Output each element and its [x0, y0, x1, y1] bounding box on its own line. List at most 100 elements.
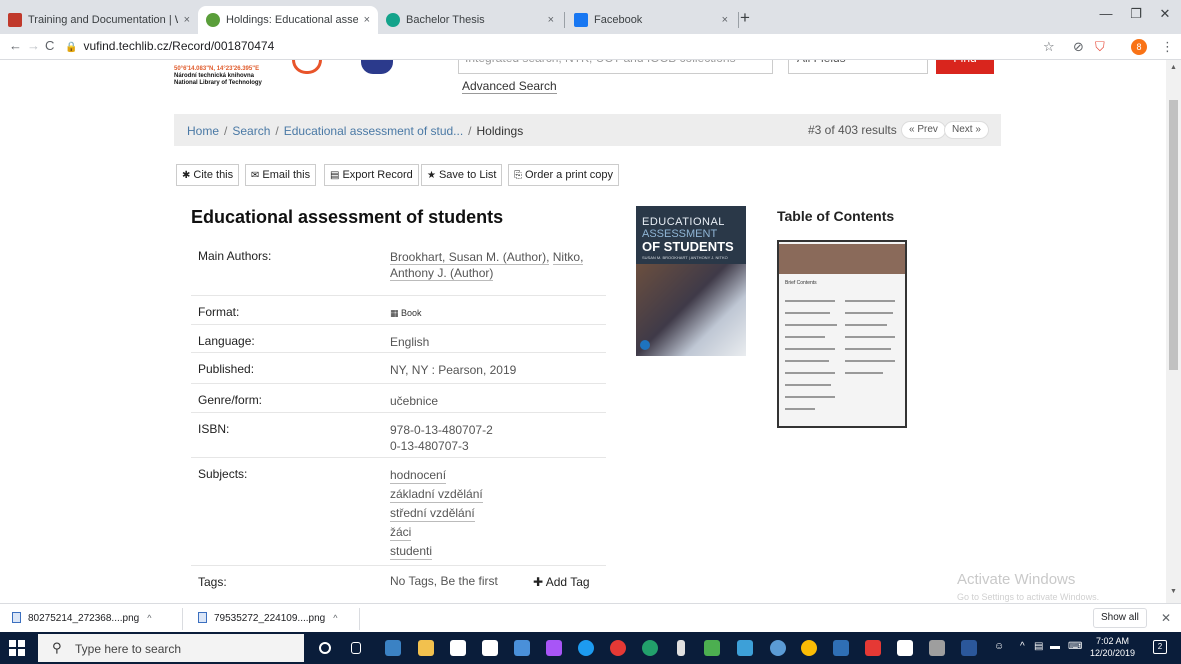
email-this-button[interactable]: ✉ Email this [245, 164, 317, 186]
page-viewport: 50°6'14.083"N, 14°23'26.395"E Národní te… [0, 60, 1166, 603]
tab-training-documentation[interactable]: Training and Documentation | W × [0, 6, 198, 34]
detail-value: NY, NY : Pearson, 2019 [390, 363, 517, 377]
taskbar-search-box[interactable]: ⚲ Type here to search [38, 634, 304, 662]
edge-icon[interactable] [578, 640, 594, 656]
star-icon: ★ [427, 170, 436, 181]
cortana-icon[interactable] [319, 642, 331, 654]
subject-link[interactable]: střední vzdělání [390, 505, 475, 522]
windows-start-icon[interactable] [9, 640, 25, 656]
detail-label: Language: [198, 334, 255, 348]
file-explorer-icon[interactable] [418, 640, 434, 656]
breadcrumb-record[interactable]: Educational assessment of stud... [284, 124, 463, 138]
app-icon[interactable] [737, 640, 753, 656]
grammarly-icon[interactable] [642, 640, 658, 656]
save-to-list-button[interactable]: ★ Save to List [421, 164, 503, 186]
find-button[interactable]: Find [936, 60, 994, 74]
keyboard-icon[interactable]: ⌨ [1068, 641, 1082, 652]
close-window-button[interactable]: ✕ [1150, 6, 1180, 22]
chevron-up-icon[interactable]: ^ [147, 613, 151, 623]
tab-facebook[interactable]: Facebook × [566, 6, 736, 34]
download-item[interactable]: 79535272_224109....png ^ [198, 612, 337, 624]
subject-link[interactable]: studenti [390, 543, 433, 560]
tray-chevron-up-icon[interactable]: ^ [1020, 641, 1025, 652]
minimize-button[interactable]: — [1091, 6, 1121, 21]
battery-icon[interactable]: ▬ [1050, 641, 1060, 652]
close-download-shelf-icon[interactable]: ✕ [1161, 611, 1171, 625]
profile-avatar[interactable]: 8 [1131, 39, 1147, 55]
close-tab-icon[interactable]: × [184, 14, 190, 26]
uct-logo-icon[interactable] [292, 60, 322, 74]
download-divider [359, 608, 360, 630]
toc-thumbnail[interactable]: Brief Contents [777, 240, 907, 428]
ntk-logo[interactable]: 50°6'14.083"N, 14°23'26.395"E Národní te… [174, 66, 262, 87]
word-icon[interactable] [961, 640, 977, 656]
book-cover-image[interactable]: EDUCATIONAL ASSESSMENT OF STUDENTS SUSAN… [636, 206, 746, 356]
breadcrumb-home[interactable]: Home [187, 124, 219, 138]
task-view-icon[interactable] [351, 642, 361, 654]
action-center-icon[interactable]: 2 [1153, 640, 1167, 654]
author-link-nitko-cont[interactable]: Anthony J. (Author) [390, 266, 494, 281]
chevron-up-icon[interactable]: ^ [333, 613, 337, 623]
subject-link[interactable]: hodnocení [390, 467, 447, 484]
close-tab-icon[interactable]: × [722, 14, 728, 26]
tab-bachelor-thesis[interactable]: Bachelor Thesis × [378, 6, 562, 34]
toc-line [785, 324, 837, 326]
chrome-icon[interactable] [801, 640, 817, 656]
microphone-icon[interactable] [677, 640, 685, 656]
network-icon[interactable]: ▤ [1034, 641, 1043, 652]
breadcrumb-separator: / [224, 124, 228, 138]
app-icon[interactable] [385, 640, 401, 656]
restore-button[interactable]: ❐ [1121, 6, 1151, 22]
result-count: #3 of 403 results [808, 123, 897, 137]
close-tab-icon[interactable]: × [548, 14, 554, 26]
toc-line [845, 348, 891, 350]
advanced-search-link[interactable]: Advanced Search [462, 79, 557, 94]
browser-menu-icon[interactable]: ⋮ [1161, 39, 1174, 55]
taskbar-clock[interactable]: 7:02 AM 12/20/2019 [1090, 635, 1135, 659]
bookmark-star-icon[interactable]: ☆ [1043, 39, 1055, 55]
export-list-icon: ▤ [330, 170, 340, 181]
back-button[interactable]: ← [9, 38, 22, 53]
forward-button[interactable]: → [27, 38, 40, 53]
show-all-downloads-button[interactable]: Show all [1093, 608, 1147, 628]
app-icon[interactable] [833, 640, 849, 656]
search-field-select[interactable]: All Fields [788, 60, 928, 74]
app-icon[interactable] [514, 640, 530, 656]
reload-button[interactable]: C [45, 38, 54, 53]
scrollbar-thumb[interactable] [1169, 100, 1178, 370]
scroll-up-arrow-icon[interactable]: ▲ [1170, 64, 1177, 71]
add-tag-button[interactable]: ✚ Add Tag [533, 575, 590, 589]
block-extension-icon[interactable]: ⊘ [1073, 39, 1084, 55]
cite-this-button[interactable]: ✱ Cite this [176, 164, 240, 186]
subject-link[interactable]: žáci [390, 524, 412, 541]
opera-icon[interactable] [610, 640, 626, 656]
author-link-brookhart[interactable]: Brookhart, Susan M. (Author), [390, 250, 550, 265]
breadcrumb-search[interactable]: Search [232, 124, 270, 138]
iocb-logo-icon[interactable] [361, 60, 393, 74]
shield-extension-icon[interactable]: ⛉ [1095, 39, 1105, 55]
app-icon[interactable] [770, 640, 786, 656]
close-tab-icon[interactable]: × [364, 14, 370, 26]
subject-link[interactable]: základní vzdělání [390, 486, 483, 503]
next-button[interactable]: Next » [944, 121, 989, 139]
pycharm-icon[interactable] [704, 640, 720, 656]
search-input[interactable]: Integrated search, NTK, UCT and IOCB col… [458, 60, 773, 74]
author-link-nitko[interactable]: Nitko, [552, 250, 584, 265]
app-icon[interactable] [897, 640, 913, 656]
detail-row-language: Language: English [191, 325, 606, 353]
new-tab-button[interactable]: + [740, 8, 750, 28]
prev-button[interactable]: « Prev [901, 121, 946, 139]
people-icon[interactable]: ☺ [994, 641, 1004, 652]
phpstorm-icon[interactable] [546, 640, 562, 656]
scroll-down-arrow-icon[interactable]: ▼ [1170, 588, 1177, 595]
export-record-button[interactable]: ▤ Export Record [324, 164, 419, 186]
tab-holdings[interactable]: Holdings: Educational assessmen × [198, 6, 378, 34]
store-icon[interactable] [450, 640, 466, 656]
app-icon[interactable] [929, 640, 945, 656]
page-scrollbar[interactable]: ▲ ▼ [1166, 60, 1181, 603]
address-bar[interactable]: 🔒 vufind.techlib.cz/Record/001870474 [65, 39, 274, 53]
order-print-copy-button[interactable]: ⎘ Order a print copy [508, 164, 620, 186]
document-icon[interactable] [482, 640, 498, 656]
acrobat-icon[interactable] [865, 640, 881, 656]
download-item[interactable]: 80275214_272368....png ^ [12, 612, 151, 624]
